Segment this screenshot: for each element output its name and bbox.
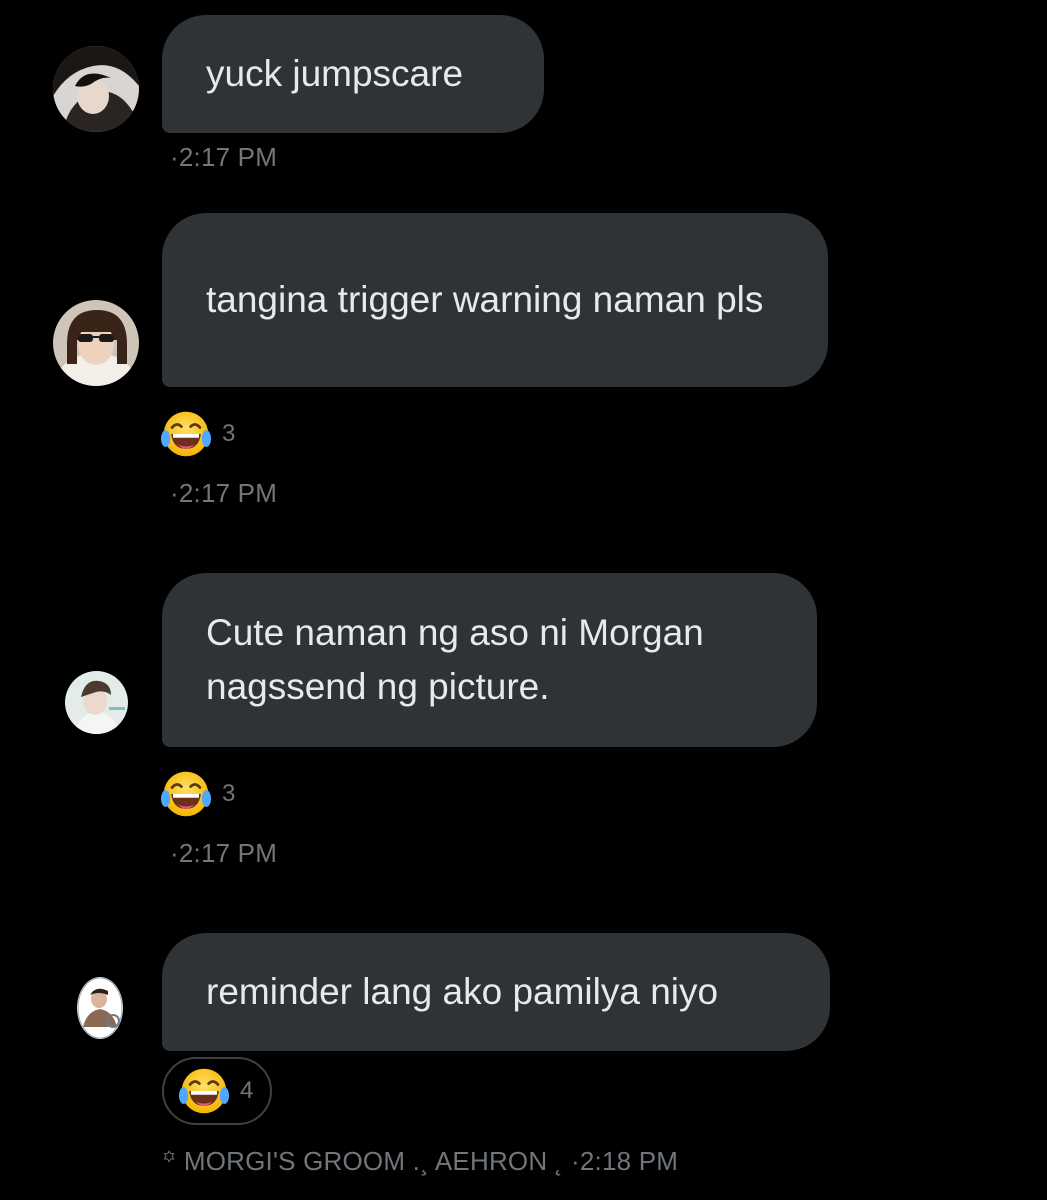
user-avatar-4[interactable] [77,977,123,1039]
avatar-photo-4 [77,977,123,1039]
reaction-count: 4 [240,1077,254,1104]
message-text: reminder lang ako pamilya niyo [206,971,719,1012]
message-bubble[interactable]: Cute naman ng aso ni Morgan nagssend ng … [162,573,817,747]
user-avatar-2[interactable] [53,300,139,386]
message-bubble[interactable]: tangina trigger warning naman pls [162,213,828,387]
reaction-selected[interactable]: 4 [162,1057,272,1125]
message-timestamp: ·2:17 PM [170,142,278,172]
face-with-tears-of-joy-icon [178,1065,230,1117]
message-text: tangina trigger warning naman pls [206,279,764,320]
message-text: Cute naman ng aso ni Morgan nagssend ng … [206,612,704,707]
reaction-count: 3 [222,780,236,807]
message-text: yuck jumpscare [206,53,464,94]
message-timestamp: ·2:17 PM [170,478,278,508]
sender-name-and-timestamp: ꙳ MORGI'S GROOM .¸ AEHRON ˛ ·2:18 PM [162,1146,679,1176]
reaction-count: 3 [222,420,236,447]
reaction[interactable]: 3 [160,407,235,461]
avatar-photo-1 [53,46,139,132]
face-with-tears-of-joy-icon [160,408,212,460]
user-avatar-3[interactable] [65,671,128,734]
avatar-photo-2 [53,300,139,386]
face-with-tears-of-joy-icon [160,768,212,820]
message-bubble[interactable]: yuck jumpscare [162,15,544,133]
reaction[interactable]: 3 [160,767,235,821]
message-bubble[interactable]: reminder lang ako pamilya niyo [162,933,830,1051]
avatar-photo-3 [65,671,128,734]
message-timestamp: ·2:17 PM [170,838,278,868]
user-avatar-1[interactable] [53,46,139,132]
